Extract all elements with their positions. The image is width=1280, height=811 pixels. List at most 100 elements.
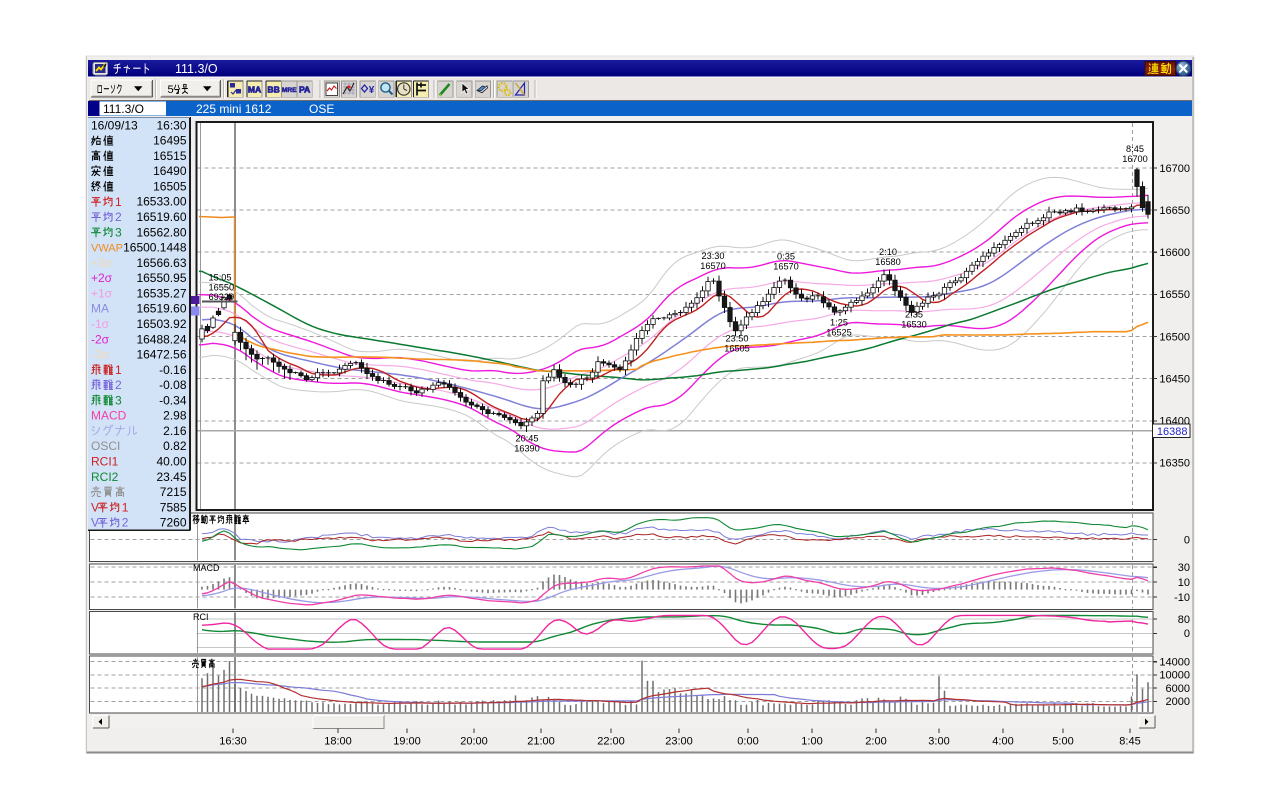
svg-text:2: 2 [115, 210, 122, 224]
svg-text:111.3/O: 111.3/O [175, 62, 218, 76]
svg-text:6000: 6000 [1166, 683, 1190, 695]
svg-text:23:00: 23:00 [665, 736, 693, 748]
svg-text:16490: 16490 [153, 164, 187, 178]
svg-text:80: 80 [1178, 614, 1190, 626]
svg-text:2: 2 [115, 378, 122, 392]
svg-text:8:45: 8:45 [1119, 736, 1140, 748]
svg-text:18:00: 18:00 [324, 736, 352, 748]
svg-text:23:50: 23:50 [726, 333, 749, 343]
svg-text:OSCI: OSCI [91, 439, 120, 453]
svg-text:16700: 16700 [1122, 154, 1148, 164]
svg-text:16515: 16515 [153, 149, 187, 163]
svg-text:14000: 14000 [1159, 657, 1190, 669]
svg-text:OSE: OSE [309, 102, 334, 116]
svg-text:MACD: MACD [193, 563, 220, 573]
svg-text:2:00: 2:00 [865, 736, 886, 748]
svg-text:2000: 2000 [1166, 696, 1190, 708]
svg-text:16530: 16530 [901, 320, 927, 330]
svg-text:16535.27: 16535.27 [136, 286, 186, 300]
svg-text:16533.00: 16533.00 [136, 195, 186, 209]
svg-text:16700: 16700 [1159, 163, 1190, 175]
svg-text:111.3/O: 111.3/O [103, 102, 144, 116]
svg-text:16488.24: 16488.24 [136, 332, 186, 346]
svg-text:1: 1 [115, 195, 122, 209]
svg-text:30: 30 [1178, 562, 1190, 574]
svg-text:20:45: 20:45 [516, 434, 539, 444]
svg-text:BB: BB [267, 84, 279, 94]
svg-text:16503.92: 16503.92 [136, 317, 186, 331]
svg-text:16566.63: 16566.63 [136, 256, 186, 270]
svg-text:16570: 16570 [773, 261, 799, 271]
svg-text:16550.95: 16550.95 [136, 271, 186, 285]
svg-text:7215: 7215 [160, 485, 187, 499]
svg-text:16650: 16650 [1159, 205, 1190, 217]
svg-text:2:35: 2:35 [905, 310, 923, 320]
svg-text:16570: 16570 [700, 261, 726, 271]
svg-text:16525: 16525 [826, 327, 852, 337]
svg-text:MACD: MACD [91, 409, 127, 423]
svg-text:2.98: 2.98 [163, 409, 187, 423]
svg-text:16/09/13: 16/09/13 [91, 118, 138, 132]
svg-text:7260: 7260 [160, 516, 187, 530]
svg-text:1: 1 [122, 501, 129, 515]
svg-text:16500.1448: 16500.1448 [123, 241, 187, 255]
svg-text:V: V [91, 501, 99, 515]
svg-text:16:30: 16:30 [156, 118, 186, 132]
svg-text:MRE: MRE [282, 87, 297, 94]
svg-text:+1σ: +1σ [91, 286, 113, 300]
svg-text:5: 5 [168, 84, 174, 96]
svg-text:0: 0 [1184, 628, 1190, 640]
svg-text:225 mini 1612: 225 mini 1612 [196, 102, 272, 116]
svg-text:20:00: 20:00 [460, 736, 488, 748]
svg-text:-1σ: -1σ [91, 317, 110, 331]
svg-text:7585: 7585 [160, 500, 187, 514]
svg-text:¥: ¥ [369, 85, 375, 96]
svg-text:3:00: 3:00 [928, 736, 949, 748]
svg-text:0:00: 0:00 [737, 736, 758, 748]
svg-text:40.00: 40.00 [156, 455, 186, 469]
svg-text:MA: MA [248, 84, 261, 94]
svg-text:3: 3 [115, 225, 122, 239]
svg-text:19:00: 19:00 [393, 736, 421, 748]
svg-text:0.82: 0.82 [163, 439, 187, 453]
svg-text:2: 2 [122, 516, 129, 530]
svg-text:PA: PA [299, 84, 310, 94]
svg-text:+2σ: +2σ [91, 271, 113, 285]
svg-text:23:30: 23:30 [702, 251, 725, 261]
svg-text:-3σ: -3σ [91, 348, 110, 362]
svg-text:-2σ: -2σ [91, 332, 110, 346]
svg-text:23.45: 23.45 [156, 470, 186, 484]
svg-text:16550: 16550 [209, 282, 235, 292]
svg-text:16450: 16450 [1159, 373, 1190, 385]
svg-text:10000: 10000 [1159, 670, 1190, 682]
svg-text:10: 10 [1178, 577, 1190, 589]
svg-text:16505: 16505 [724, 343, 750, 353]
svg-text:4:00: 4:00 [992, 736, 1013, 748]
svg-text:5:00: 5:00 [1052, 736, 1073, 748]
svg-text:-0.16: -0.16 [159, 363, 187, 377]
svg-text:MA: MA [91, 302, 109, 316]
svg-text:RCI2: RCI2 [91, 470, 119, 484]
svg-text:15:05: 15:05 [209, 273, 232, 283]
svg-text:-0.08: -0.08 [159, 378, 187, 392]
svg-text:RCI1: RCI1 [91, 455, 119, 469]
svg-text:2:10: 2:10 [879, 247, 897, 257]
svg-text:16390: 16390 [514, 444, 540, 454]
svg-text:0:35: 0:35 [777, 251, 795, 261]
svg-text:16562.80: 16562.80 [136, 225, 186, 239]
svg-text:1: 1 [115, 363, 122, 377]
svg-text:16:30: 16:30 [219, 736, 247, 748]
svg-text:16519.60: 16519.60 [136, 210, 186, 224]
svg-text:8:45: 8:45 [1126, 144, 1144, 154]
svg-text:16500: 16500 [1159, 331, 1190, 343]
svg-text:1:00: 1:00 [801, 736, 822, 748]
svg-text:16550: 16550 [1159, 289, 1190, 301]
svg-text:16600: 16600 [1159, 247, 1190, 259]
svg-text:V: V [91, 516, 99, 530]
svg-text:16472.56: 16472.56 [136, 348, 186, 362]
svg-text:16580: 16580 [875, 257, 901, 267]
svg-text:22:00: 22:00 [597, 736, 625, 748]
svg-text:2.16: 2.16 [163, 424, 187, 438]
svg-text:16495: 16495 [153, 134, 187, 148]
svg-text:0: 0 [1184, 534, 1190, 546]
